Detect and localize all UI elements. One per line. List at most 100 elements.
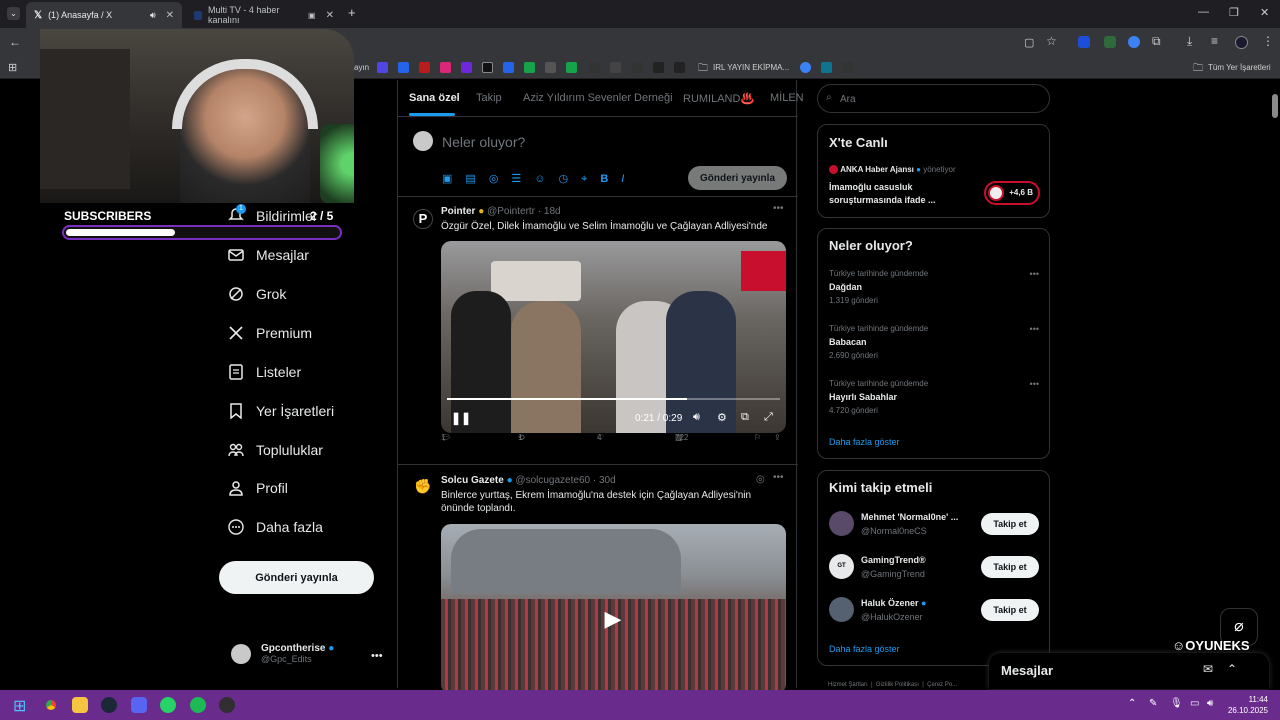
tab-list[interactable]: MİLEN [770,92,804,104]
composer-post-button[interactable]: Gönderi yayınla [688,166,787,190]
italic-icon[interactable]: I [621,173,637,185]
close-tab-icon[interactable]: ✕ [326,10,334,21]
grok-icon[interactable]: ◎ [489,173,512,185]
bookmark-icon[interactable] [398,62,409,73]
bookmark-icon[interactable] [653,62,664,73]
live-topic[interactable]: İmamoğlu casusluk soruşturmasında ifade … [829,181,969,207]
tweet-author[interactable]: Solcu Gazete [441,475,504,486]
download-icon[interactable]: ⤓ [1187,34,1192,49]
bookmark-icon[interactable] [419,62,430,73]
tweet-handle[interactable]: @solcugazete60 [515,475,590,486]
search-input[interactable]: ⌕ Ara [817,84,1050,113]
trend-more-icon[interactable]: ••• [1030,324,1039,334]
extension-icon[interactable] [1078,36,1090,48]
bookmark-icon[interactable] [545,62,556,73]
image-icon[interactable]: ▣ [442,173,465,185]
menu-kebab-icon[interactable]: ⋮ [1262,34,1274,48]
gif-icon[interactable]: ▤ [465,173,488,185]
schedule-icon[interactable]: ◷ [559,173,582,185]
trend-item[interactable]: Türkiye tarihinde gündemde Babacan 2.690… [829,324,1039,360]
pause-icon[interactable]: ❚❚ [451,411,471,425]
nav-communities[interactable]: Topluluklar [228,442,323,458]
bookmark-icon[interactable] [377,62,388,73]
restore-icon[interactable]: ❐ [1229,6,1239,19]
extension-icon[interactable] [1128,36,1140,48]
bookmark-icon[interactable] [589,62,600,73]
follow-suggestion[interactable]: Mehmet 'Normal0ne' ... @Normal0neCS Taki… [829,511,1039,539]
trend-more-icon[interactable]: ••• [1030,269,1039,279]
follow-show-more[interactable]: Daha fazla göster [829,644,900,654]
tweet[interactable]: ✊ Solcu Gazete ● @solcugazete60 · 30d ◎ … [398,466,798,694]
bookmark-icon[interactable] [632,62,643,73]
bookmark-icon[interactable] [821,62,832,73]
gemini-icon[interactable] [800,62,811,73]
folder-icon[interactable]: 🗀 [1193,61,1203,78]
tweet-video[interactable]: ▶ [441,524,786,694]
spotify-icon[interactable] [190,697,206,713]
tweet-handle[interactable]: @Pointertr [487,206,535,217]
fullscreen-icon[interactable]: ⤢ [764,411,773,424]
nav-profile[interactable]: Profil [228,480,288,496]
poll-icon[interactable]: ☰ [511,173,534,185]
minimize-icon[interactable]: — [1198,6,1209,18]
folder-icon[interactable]: 🗀 [698,61,708,78]
windows-start-icon[interactable]: ⊞ [13,696,26,716]
tab-for-you[interactable]: Sana özel [409,92,460,104]
bookmark-icon[interactable] [674,62,685,73]
post-button[interactable]: Gönderi yayınla [219,561,374,594]
follow-suggestion[interactable]: GT GamingTrend® @GamingTrend Takip et [829,554,1039,582]
live-listeners-badge[interactable]: +4,6 B [984,181,1040,205]
cast-icon[interactable]: ▣ [308,11,316,20]
follow-button[interactable]: Takip et [981,599,1039,621]
bookmark-icon[interactable] [524,62,535,73]
close-tab-icon[interactable]: ✕ [166,10,174,21]
live-host[interactable]: ANKA Haber Ajansı ● yönetiyor [829,165,956,175]
trend-more-icon[interactable]: ••• [1030,379,1039,389]
footer-link[interactable]: Çerez Po... [927,682,957,688]
tab-search-icon[interactable]: ⌄ [7,7,20,20]
bold-icon[interactable]: B [600,173,621,185]
tab-multi-tv[interactable]: Multi TV - 4 haber kanalını ▣ ✕ [186,2,342,28]
bookmark-icon[interactable] [842,62,853,73]
grok-icon[interactable]: ◎ [756,474,765,485]
account-more-icon[interactable]: ••• [371,650,383,662]
back-icon[interactable]: ← [9,35,21,49]
emoji-icon[interactable]: ☺ [534,173,558,185]
file-explorer-icon[interactable] [72,697,88,713]
profile-avatar-icon[interactable] [1235,36,1248,49]
messages-drawer[interactable]: Mesajlar ✉ ⌃ [989,653,1269,689]
trend-item[interactable]: Türkiye tarihinde gündemde Dağdan 1.319 … [829,269,1039,305]
microphone-icon[interactable]: 🎙︎ [1170,698,1183,709]
composer-input[interactable]: Neler oluyor? [442,134,525,150]
follow-button[interactable]: Takip et [981,556,1039,578]
nav-premium[interactable]: Premium [228,325,312,341]
tab-following[interactable]: Takip [476,92,502,104]
play-icon[interactable]: ▶ [598,604,628,634]
bookmark-icon[interactable] [440,62,451,73]
expand-icon[interactable]: ⌃ [1227,662,1237,676]
tweet-more-icon[interactable]: ••• [773,203,784,214]
bookmark-partial[interactable]: ayın [354,63,369,72]
settings-icon[interactable]: ⚙ [717,411,727,424]
nav-lists[interactable]: Listeler [228,364,301,380]
bookmark-folder[interactable]: IRL YAYIN EKİPMA... [713,63,789,72]
chrome-icon[interactable] [43,697,59,713]
speaker-icon[interactable]: 🔊︎ [150,10,156,21]
tray-chevron-icon[interactable]: ⌃ [1128,698,1136,709]
extension-icon[interactable] [1104,36,1116,48]
trends-show-more[interactable]: Daha fazla göster [829,437,900,447]
bookmark-icon[interactable] [566,62,577,73]
obs-icon[interactable] [219,697,235,713]
tab-list[interactable]: RUMILAND♨️ [683,92,754,105]
x-bookmark-icon[interactable] [482,62,493,73]
bookmark-icon[interactable] [503,62,514,73]
nav-more[interactable]: Daha fazla [228,519,323,535]
bookmark-star-icon[interactable]: ☆ [1046,34,1057,48]
media-icon[interactable]: ≡ [1211,34,1218,48]
footer-link[interactable]: Gizlilik Politikası [876,682,919,688]
account-switcher[interactable]: Gpcontherise ● @Gpc_Edits [231,643,334,664]
footer-link[interactable]: Hizmet Şartları [828,682,868,688]
tweet-time[interactable]: 30d [599,475,616,486]
puzzle-icon[interactable]: ⧉ [1152,34,1161,49]
tab-list[interactable]: Aziz Yıldırım Sevenler Derneği [523,92,673,104]
